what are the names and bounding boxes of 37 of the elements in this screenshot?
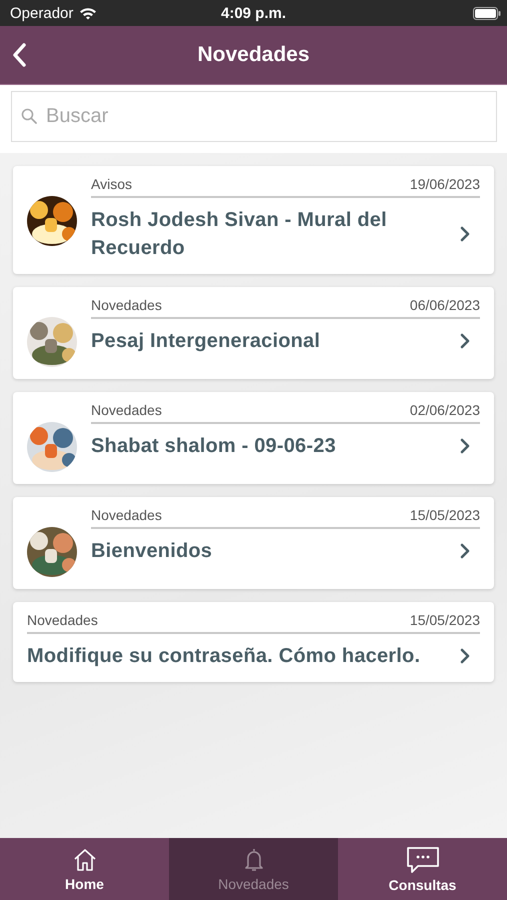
chat-icon bbox=[406, 846, 440, 874]
date-label: 06/06/2023 bbox=[410, 297, 480, 313]
chevron-right-icon bbox=[460, 438, 470, 454]
wifi-icon bbox=[79, 6, 98, 20]
news-card[interactable]: Avisos 19/06/2023 Rosh Jodesh Sivan - Mural del Recuerdo bbox=[13, 166, 494, 274]
date-label: 15/05/2023 bbox=[410, 507, 480, 523]
clock-time: 4:09 p.m. bbox=[220, 4, 286, 22]
date-label: 02/06/2023 bbox=[410, 402, 480, 418]
tab-item[interactable]: Consultas bbox=[338, 838, 507, 900]
tab-item[interactable]: Novedades bbox=[169, 838, 338, 900]
search-field[interactable]: Buscar bbox=[11, 91, 497, 142]
news-title: Bienvenidos bbox=[91, 539, 212, 564]
chevron-right-icon bbox=[460, 648, 470, 664]
date-label: 19/06/2023 bbox=[410, 176, 480, 192]
date-label: 15/05/2023 bbox=[410, 612, 480, 628]
news-card[interactable]: Novedades 15/05/2023 Bienvenidos bbox=[13, 497, 494, 589]
news-title: Shabat shalom - 09-06-23 bbox=[91, 434, 336, 459]
home-icon bbox=[72, 846, 98, 872]
news-card[interactable]: Novedades 02/06/2023 Shabat shalom - 09-06-23 bbox=[13, 392, 494, 484]
news-title: Modifique su contraseña. Cómo hacerlo. bbox=[27, 644, 420, 669]
back-icon[interactable] bbox=[12, 43, 26, 67]
carrier-label: Operador bbox=[10, 4, 74, 22]
chevron-right-icon bbox=[460, 226, 470, 242]
header-title: Novedades bbox=[197, 43, 310, 67]
news-title: Pesaj Intergeneracional bbox=[91, 329, 320, 354]
battery-icon bbox=[473, 6, 501, 20]
chevron-right-icon bbox=[460, 543, 470, 559]
category-label: Novedades bbox=[91, 297, 162, 313]
chevron-right-icon bbox=[460, 333, 470, 349]
tab-item[interactable]: Home bbox=[0, 838, 169, 900]
category-label: Avisos bbox=[91, 176, 132, 192]
category-label: Novedades bbox=[91, 507, 162, 523]
news-card[interactable]: Novedades 06/06/2023 Pesaj Intergeneracional bbox=[13, 287, 494, 379]
category-label: Novedades bbox=[27, 612, 98, 628]
news-title: Rosh Jodesh Sivan - Mural del Recuerdo bbox=[91, 208, 388, 261]
category-label: Novedades bbox=[91, 402, 162, 418]
news-card[interactable]: Novedades 15/05/2023 Modifique su contraseña. Cómo hacerlo. bbox=[13, 602, 494, 682]
